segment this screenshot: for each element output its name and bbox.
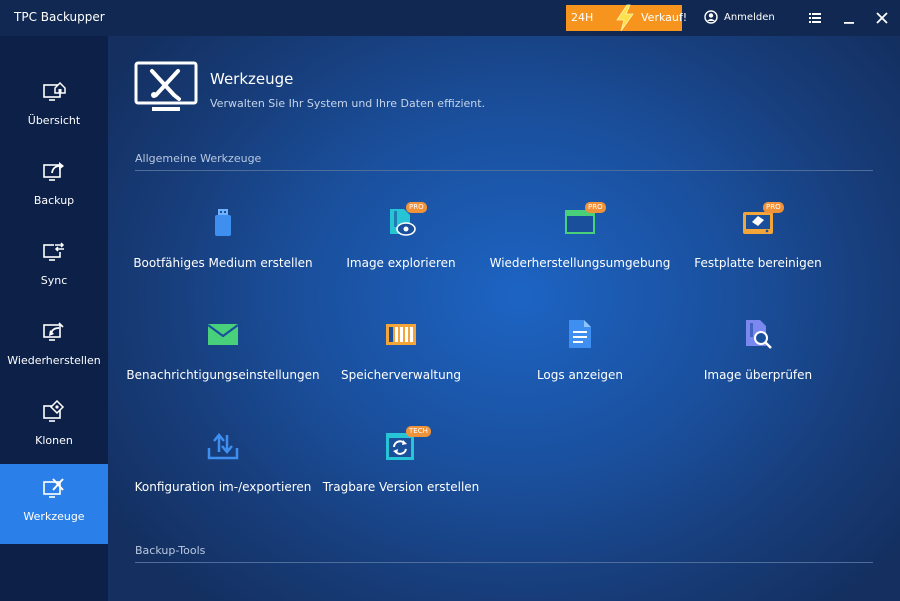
lightning-icon <box>616 4 634 32</box>
tool-label: Festplatte bereinigen <box>694 256 822 270</box>
monitor-sync-icon <box>43 242 65 261</box>
page-subtitle: Verwalten Sie Ihr System und Ihre Daten … <box>210 97 486 110</box>
mail-icon <box>207 324 239 345</box>
monitor-home-icon <box>43 81 66 101</box>
title-bar: TPC Backupper 24H Verkauf! Anmelden <box>0 0 900 36</box>
section-title-backup: Backup-Tools <box>135 544 206 557</box>
page-title: Werkzeuge <box>210 70 294 88</box>
tool-notification-settings[interactable]: Benachrichtigungseinstellungen <box>126 318 320 404</box>
image-check-icon <box>746 320 772 349</box>
tool-bootable-media[interactable]: Bootfähiges Medium erstellen <box>128 206 318 292</box>
section-divider <box>135 562 873 563</box>
usb-drive-icon <box>215 209 231 236</box>
pro-badge: PRO <box>585 202 606 213</box>
sidebar-item-label: Werkzeuge <box>23 510 85 523</box>
import-export-icon <box>207 433 239 460</box>
tool-label: Image überprüfen <box>703 368 813 382</box>
sidebar-item-sync[interactable]: Sync <box>0 228 108 308</box>
promo-banner[interactable]: 24H Verkauf! <box>566 4 687 32</box>
menu-icon[interactable] <box>807 10 823 26</box>
sidebar-item-clone[interactable]: Klonen <box>0 388 108 468</box>
tool-portable-version[interactable]: TECH Tragbare Version erstellen <box>306 426 496 516</box>
sidebar-item-label: Wiederherstellen <box>7 354 101 367</box>
tool-recovery-environment[interactable]: PRO Wiederherstellungsumgebung <box>485 202 675 292</box>
promo-hours: 24H <box>571 11 594 24</box>
section-title-general: Allgemeine Werkzeuge <box>135 152 262 165</box>
user-icon <box>704 10 718 24</box>
tools-monitor-icon <box>134 61 198 111</box>
log-document-icon <box>569 320 591 348</box>
sidebar: Übersicht Backup Sync Wiederherstellen K… <box>0 36 108 601</box>
close-icon[interactable] <box>874 10 890 26</box>
sidebar-item-tools[interactable]: Werkzeuge <box>0 464 108 544</box>
tool-check-image[interactable]: Image überprüfen <box>663 318 853 404</box>
monitor-tools-icon <box>43 478 64 498</box>
promo-label: Verkauf! <box>641 11 688 24</box>
storage-icon <box>386 324 416 345</box>
tool-view-logs[interactable]: Logs anzeigen <box>485 318 675 404</box>
tech-badge: TECH <box>406 426 431 437</box>
tool-storage-management[interactable]: Speicherverwaltung <box>306 318 496 404</box>
section-divider <box>135 170 873 171</box>
tool-explore-image[interactable]: PRO Image explorieren <box>306 202 496 292</box>
tool-import-export-config[interactable]: Konfiguration im-/exportieren <box>128 430 318 516</box>
sidebar-item-label: Übersicht <box>27 114 81 127</box>
main-panel: Werkzeuge Verwalten Sie Ihr System und I… <box>108 36 900 601</box>
pro-badge: PRO <box>763 202 784 213</box>
login-label: Anmelden <box>724 12 775 23</box>
sidebar-item-restore[interactable]: Wiederherstellen <box>0 308 108 388</box>
sidebar-item-backup[interactable]: Backup <box>0 148 108 228</box>
tool-wipe-disk[interactable]: PRO Festplatte bereinigen <box>663 202 853 292</box>
monitor-export-icon <box>43 162 64 181</box>
minimize-icon[interactable] <box>841 10 857 26</box>
monitor-restore-icon <box>43 322 64 341</box>
tool-label: Tragbare Version erstellen <box>322 480 480 494</box>
sidebar-item-label: Sync <box>40 274 68 287</box>
sidebar-item-overview[interactable]: Übersicht <box>0 68 108 148</box>
sidebar-item-label: Klonen <box>35 434 73 447</box>
sidebar-item-label: Backup <box>33 194 75 207</box>
pro-badge: PRO <box>406 202 427 213</box>
monitor-clone-icon <box>43 400 65 422</box>
app-title: TPC Backupper <box>14 10 105 24</box>
